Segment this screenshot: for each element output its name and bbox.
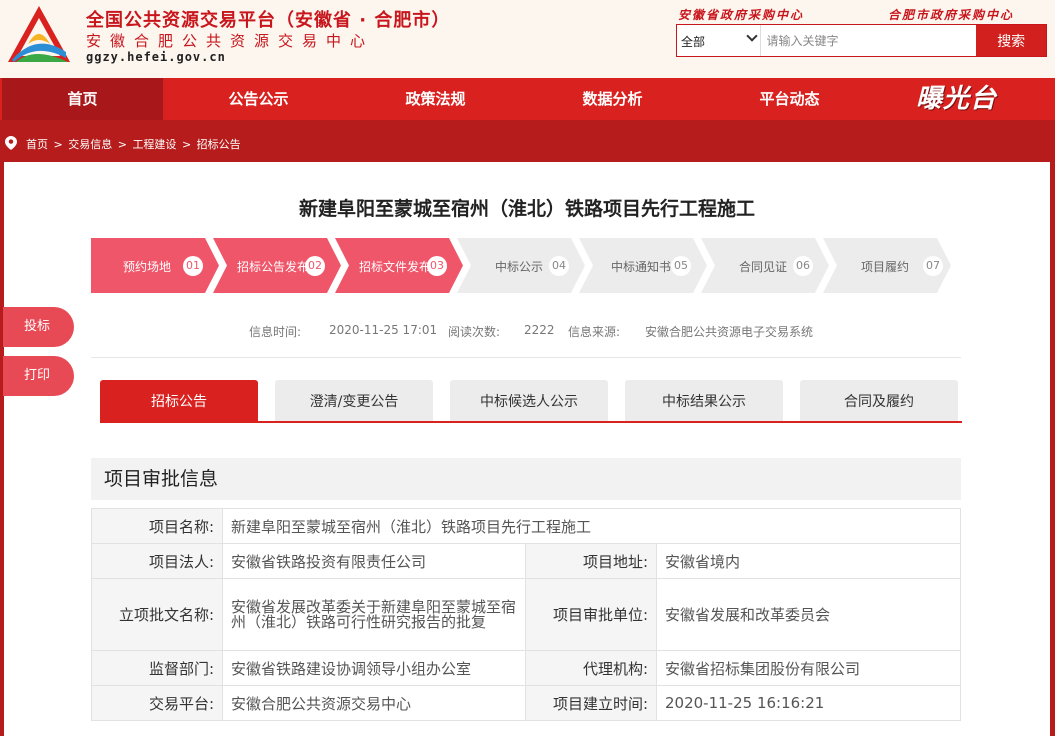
step-label: 招标公告发布 [237, 260, 310, 274]
search-scope-value: 全部 [681, 35, 706, 49]
step-reserve-venue[interactable]: 预约场地 01 [91, 238, 219, 293]
logo-subtitle: 安徽合肥公共资源交易中心 [86, 32, 375, 50]
meta-source-label: 信息来源: [568, 325, 621, 339]
meta-time-value: 2020-11-25 17:01 [329, 323, 438, 337]
content-card: 新建阜阳至蒙城至宿州（淮北）铁路项目先行工程施工 预约场地 01 招标公告发布 … [4, 162, 1050, 736]
divider [91, 357, 961, 358]
table-row: 立项批文名称: 安徽省发展改革委关于新建阜阳至蒙城至宿州（淮北）铁路可行性研究报… [91, 578, 961, 651]
step-label: 中标公示 [495, 260, 544, 274]
link-city-procurement[interactable]: 合肥市政府采购中心 [888, 6, 1014, 23]
complain-button[interactable]: 投标 [3, 307, 74, 347]
field-value: 2020-11-25 16:16:21 [656, 685, 961, 721]
breadcrumb-trade-info[interactable]: 交易信息 [68, 138, 112, 151]
table-row: 交易平台: 安徽合肥公共资源交易中心 项目建立时间: 2020-11-25 16… [91, 685, 961, 721]
step-award-notice[interactable]: 中标通知书 05 [579, 238, 707, 293]
table-row: 项目法人: 安徽省铁路投资有限责任公司 项目地址: 安徽省境内 [91, 543, 961, 579]
breadcrumb-home[interactable]: 首页 [26, 138, 48, 151]
field-label: 代理机构: [525, 650, 657, 686]
tabs-underline [100, 421, 962, 423]
field-label: 项目审批单位: [525, 578, 657, 651]
field-value: 新建阜阳至蒙城至宿州（淮北）铁路项目先行工程施工 [222, 508, 961, 544]
step-number: 04 [549, 256, 569, 276]
nav-item-announcements[interactable]: 公告公示 [178, 78, 339, 120]
step-number: 05 [671, 256, 691, 276]
nav-item-policies[interactable]: 政策法规 [355, 78, 516, 120]
notice-tabs: 招标公告 澄清/变更公告 中标候选人公示 中标结果公示 合同及履约 [100, 380, 962, 422]
tab-tender-notice[interactable]: 招标公告 [100, 380, 258, 422]
logo-title: 全国公共资源交易平台（安徽省 · 合肥市） [86, 10, 451, 31]
field-value: 安徽省铁路建设协调领导小组办公室 [222, 650, 526, 686]
table-row: 监督部门: 安徽省铁路建设协调领导小组办公室 代理机构: 安徽省招标集团股份有限… [91, 650, 961, 686]
step-label: 中标通知书 [611, 260, 672, 274]
tab-clarification[interactable]: 澄清/变更公告 [275, 380, 433, 422]
nav-item-platform-news[interactable]: 平台动态 [709, 78, 870, 120]
step-label: 项目履约 [861, 260, 910, 274]
logo-domain: ggzy.hefei.gov.cn [86, 50, 226, 64]
field-value: 安徽省境内 [656, 543, 961, 579]
meta-views-value: 2222 [524, 323, 555, 337]
location-pin-icon [5, 136, 17, 150]
approval-info-table: 项目名称: 新建阜阳至蒙城至宿州（淮北）铁路项目先行工程施工 项目法人: 安徽省… [91, 508, 961, 721]
nav-item-home[interactable]: 首页 [2, 78, 163, 120]
breadcrumb: 首页 > 交易信息 > 工程建设 > 招标公告 [26, 136, 243, 152]
field-label: 立项批文名称: [91, 578, 223, 651]
field-value: 安徽省发展改革委关于新建阜阳至蒙城至宿州（淮北）铁路可行性研究报告的批复 [222, 578, 526, 651]
logo-icon[interactable] [6, 4, 72, 66]
field-value: 安徽合肥公共资源交易中心 [222, 685, 526, 721]
table-row: 项目名称: 新建阜阳至蒙城至宿州（淮北）铁路项目先行工程施工 [91, 508, 961, 544]
tab-result-publicity[interactable]: 中标结果公示 [625, 380, 783, 422]
search-input[interactable] [760, 25, 977, 56]
field-label: 项目名称: [91, 508, 223, 544]
field-label: 监督部门: [91, 650, 223, 686]
nav-item-exposure[interactable]: 曝光台 [916, 80, 997, 118]
link-province-procurement[interactable]: 安徽省政府采购中心 [678, 6, 804, 23]
section-title: 项目审批信息 [91, 458, 961, 500]
step-project-performance[interactable]: 项目履约 07 [823, 238, 951, 293]
step-number: 02 [305, 256, 325, 276]
print-button[interactable]: 打印 [3, 356, 74, 396]
breadcrumb-sep: > [181, 138, 192, 151]
field-label: 项目法人: [91, 543, 223, 579]
step-winner-publicity[interactable]: 中标公示 04 [457, 238, 585, 293]
field-value: 安徽省招标集团股份有限公司 [656, 650, 961, 686]
step-number: 06 [793, 256, 813, 276]
breadcrumb-construction[interactable]: 工程建设 [132, 138, 176, 151]
breadcrumb-sep: > [117, 138, 127, 151]
field-label: 交易平台: [91, 685, 223, 721]
meta-time-label: 信息时间: [249, 325, 302, 339]
breadcrumb-bar: 首页 > 交易信息 > 工程建设 > 招标公告 [0, 120, 1055, 162]
chevron-down-icon [745, 30, 758, 42]
step-contract-witness[interactable]: 合同见证 06 [701, 238, 829, 293]
main-nav: 首页 公告公示 政策法规 数据分析 平台动态 曝光台 [0, 78, 1055, 120]
step-number: 07 [923, 256, 943, 276]
search-box: 全部 搜索 [676, 24, 1047, 57]
breadcrumb-tender-notice[interactable]: 招标公告 [197, 138, 241, 151]
step-number: 03 [427, 256, 447, 276]
step-docs-publish[interactable]: 招标文件发布 03 [335, 238, 463, 293]
meta-source-value: 安徽合肥公共资源电子交易系统 [645, 325, 814, 339]
meta-views-label: 阅读次数: [448, 325, 501, 339]
field-value: 安徽省发展和改革委员会 [656, 578, 961, 651]
progress-steps: 预约场地 01 招标公告发布 02 招标文件发布 03 中标公示 04 中标通知… [91, 238, 959, 293]
step-label: 招标文件发布 [359, 260, 432, 274]
step-number: 01 [183, 256, 203, 276]
tab-candidate-publicity[interactable]: 中标候选人公示 [450, 380, 608, 422]
page-title: 新建阜阳至蒙城至宿州（淮北）铁路项目先行工程施工 [298, 198, 755, 220]
step-notice-publish[interactable]: 招标公告发布 02 [213, 238, 341, 293]
field-value: 安徽省铁路投资有限责任公司 [222, 543, 526, 579]
breadcrumb-sep: > [53, 138, 63, 151]
step-label: 合同见证 [739, 260, 788, 274]
step-label: 预约场地 [123, 260, 172, 274]
site-header: 全国公共资源交易平台（安徽省 · 合肥市） 安徽合肥公共资源交易中心 ggzy.… [0, 0, 1055, 78]
tab-contract-performance[interactable]: 合同及履约 [800, 380, 958, 422]
nav-item-data-analysis[interactable]: 数据分析 [532, 78, 693, 120]
search-scope-select[interactable]: 全部 [677, 25, 761, 56]
field-label: 项目建立时间: [525, 685, 657, 721]
field-label: 项目地址: [525, 543, 657, 579]
search-button[interactable]: 搜索 [976, 25, 1046, 56]
